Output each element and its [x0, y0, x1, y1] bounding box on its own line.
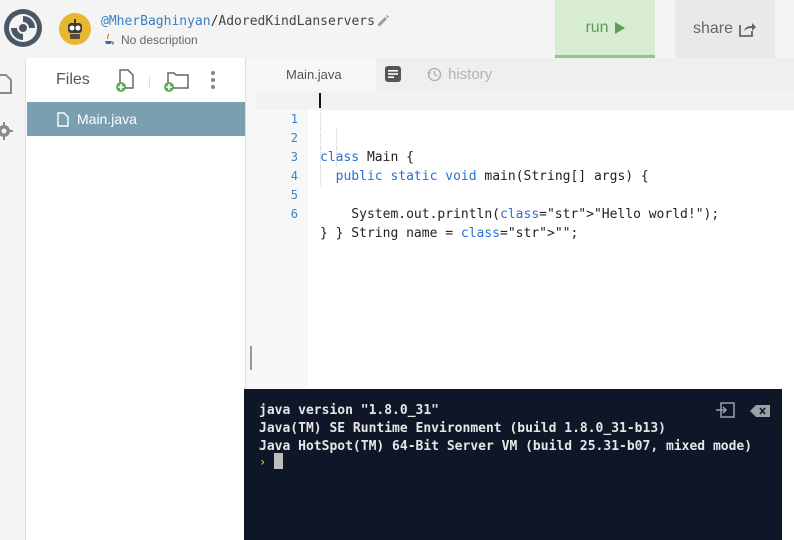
toolbar-divider	[149, 76, 150, 88]
text-cursor	[319, 93, 321, 108]
files-title: Files	[56, 71, 90, 88]
settings-gear-icon[interactable]	[0, 122, 13, 140]
more-options-icon[interactable]	[209, 70, 217, 90]
pencil-icon[interactable]	[376, 14, 390, 28]
history-tab[interactable]: history	[427, 58, 492, 91]
files-icon[interactable]	[0, 74, 12, 94]
files-panel: Files Main.java	[27, 58, 245, 540]
console-cursor[interactable]	[274, 453, 283, 469]
console-output-line: Java HotSpot(TM) 64-Bit Server VM (build…	[259, 439, 753, 454]
indent-guide	[336, 148, 337, 167]
repl-description[interactable]: No description	[121, 33, 198, 47]
pane-resize-handle[interactable]	[250, 346, 252, 370]
indent-guide	[320, 148, 321, 167]
format-code-icon[interactable]	[385, 66, 401, 82]
code-line[interactable]: 6 }	[256, 186, 794, 241]
console-output-line: Java(TM) SE Runtime Environment (build 1…	[259, 421, 666, 436]
file-item-main-java[interactable]: Main.java	[27, 102, 245, 136]
indent-guide	[320, 129, 321, 148]
code-text: System.out.println(class="str">"Hello wo…	[320, 207, 720, 222]
editor-area: Main.java history 1 class Main { 2 publi…	[245, 58, 794, 389]
console[interactable]: java version "1.8.0_31" Java(TM) SE Runt…	[244, 389, 782, 540]
code-line[interactable]: 1 class Main {	[256, 91, 794, 165]
console-prompt: ›	[259, 455, 267, 469]
share-icon	[739, 23, 757, 37]
editor-tab-bar: Main.java history	[246, 58, 794, 91]
file-item-label: Main.java	[77, 111, 137, 127]
avatar-robot-icon	[68, 19, 82, 39]
left-rail	[0, 58, 26, 540]
share-label: share	[692, 20, 734, 37]
java-icon	[105, 33, 114, 45]
tab-main-java[interactable]: Main.java	[246, 58, 376, 91]
repl-logo-icon[interactable]	[2, 7, 44, 49]
console-input-icon[interactable]	[715, 402, 735, 418]
avatar[interactable]	[59, 13, 91, 45]
console-right-gutter	[782, 389, 794, 540]
add-folder-icon[interactable]	[162, 69, 190, 93]
run-label: run	[585, 18, 609, 36]
file-icon	[57, 111, 69, 127]
indent-guide	[320, 110, 321, 129]
run-button[interactable]: run	[555, 0, 655, 58]
add-file-icon[interactable]	[115, 69, 137, 93]
repl-owner-link[interactable]: @MherBaghinyan	[101, 14, 211, 29]
share-button[interactable]: share	[675, 0, 775, 58]
line-number: 6	[290, 207, 298, 221]
console-clear-icon[interactable]	[750, 405, 770, 417]
repl-path: @MherBaghinyan/AdoredKindLanservers	[101, 14, 375, 29]
history-label: history	[448, 66, 493, 83]
code-line[interactable]: 2 public static void main(String[] args)…	[256, 110, 794, 184]
top-bar: @MherBaghinyan/AdoredKindLanservers No d…	[0, 0, 794, 58]
code-text: String name = class="str">"";	[320, 226, 579, 241]
history-clock-icon	[427, 67, 442, 82]
play-icon	[614, 21, 625, 34]
code-line[interactable]: 4 String name = class="str">"";	[256, 148, 794, 241]
indent-guide	[320, 167, 321, 186]
code-text: }	[320, 226, 328, 241]
code-line[interactable]: 3 System.out.println(class="str">"Hello …	[256, 129, 794, 222]
repl-name[interactable]: AdoredKindLanservers	[218, 14, 375, 29]
code-line[interactable]: 5 }	[256, 167, 794, 241]
console-output-line: java version "1.8.0_31"	[259, 403, 440, 418]
indent-guide	[336, 129, 337, 148]
